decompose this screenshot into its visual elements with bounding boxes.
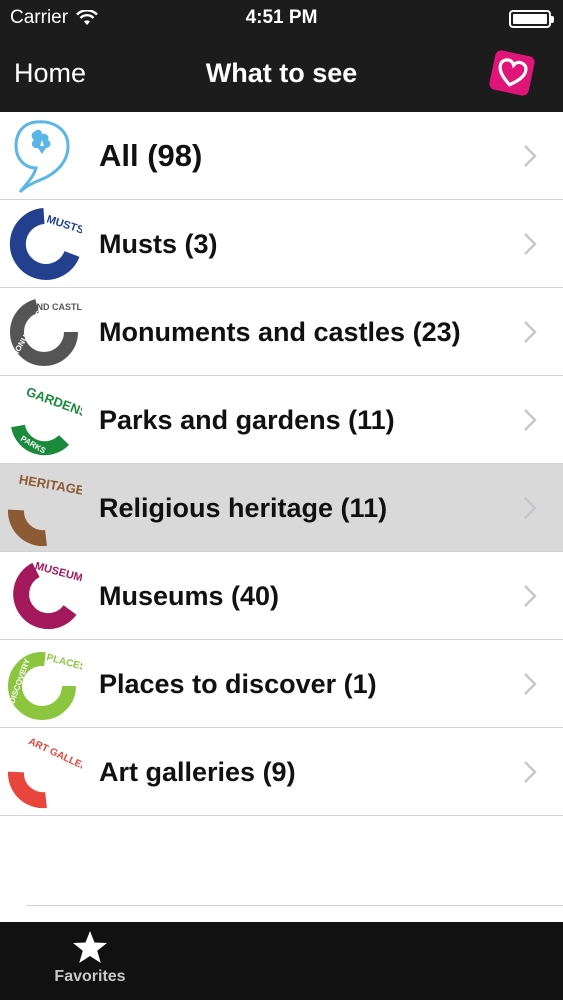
category-label: Art galleries (9) [99,757,296,787]
chevron-right-icon [524,321,537,343]
chevron-right-icon [524,761,537,783]
places-category-icon: PLACES DISCOVERY [7,652,82,720]
monuments-category-icon: AND CASTLES MONUMENTS [10,298,82,366]
chevron-right-icon [524,497,537,519]
status-time: 4:51 PM [245,7,318,28]
category-list: All (98) MUSTS Musts (3) AND CASTLES MON… [0,112,563,816]
category-label: Monuments and castles (23) [99,317,461,347]
chevron-right-icon [524,233,537,255]
tab-favorites[interactable]: Favorites [40,930,140,994]
status-bar: Carrier 4:51 PM [0,0,563,36]
chevron-right-icon [524,409,537,431]
category-label: Museums (40) [99,581,280,611]
svg-text:ART GALLERIES: ART GALLERIES [27,736,82,780]
chevron-right-icon [524,585,537,607]
category-row-all[interactable]: All (98) [0,112,563,200]
category-label: Musts (3) [99,229,218,259]
category-label: Places to discover (1) [99,669,377,699]
svg-text:PLACES: PLACES [45,652,82,673]
tab-favorites-label: Favorites [54,968,126,985]
svg-text:MUSEUMS: MUSEUMS [34,560,82,586]
category-label: All (98) [99,138,203,173]
battery-icon [509,10,554,28]
svg-text:HERITAGE: HERITAGE [18,472,82,498]
category-row-monuments[interactable]: AND CASTLES MONUMENTS Monuments and cast… [0,288,563,376]
page-title: What to see [205,58,358,88]
heart-logo-icon[interactable] [487,48,537,98]
category-label: Religious heritage (11) [99,493,388,523]
svg-text:GARDENS: GARDENS [24,384,82,420]
category-row-heritage[interactable]: HERITAGE Religious heritage (11) [0,464,563,552]
heritage-category-icon: HERITAGE [8,472,82,546]
category-row-musts[interactable]: MUSTS Musts (3) [0,200,563,288]
tab-divider [26,905,563,906]
all-category-icon [14,120,70,194]
tab-bar: Favorites [0,922,563,1000]
category-row-parks[interactable]: GARDENS PARKS Parks and gardens (11) [0,376,563,464]
chevron-right-icon [524,145,537,167]
svg-text:MUSTS: MUSTS [45,213,82,236]
museums-category-icon: MUSEUMS [13,560,82,630]
category-label: Parks and gardens (11) [99,405,395,435]
parks-category-icon: GARDENS PARKS [11,384,82,456]
category-row-places[interactable]: PLACES DISCOVERY Places to discover (1) [0,640,563,728]
category-row-museums[interactable]: MUSEUMS Museums (40) [0,552,563,640]
navigation-bar: Home What to see [0,36,563,112]
star-icon [73,931,107,963]
category-row-art-galleries[interactable]: ART GALLERIES Art galleries (9) [0,728,563,816]
musts-category-icon: MUSTS [9,208,82,280]
chevron-right-icon [524,673,537,695]
art-galleries-category-icon: ART GALLERIES [8,736,82,809]
